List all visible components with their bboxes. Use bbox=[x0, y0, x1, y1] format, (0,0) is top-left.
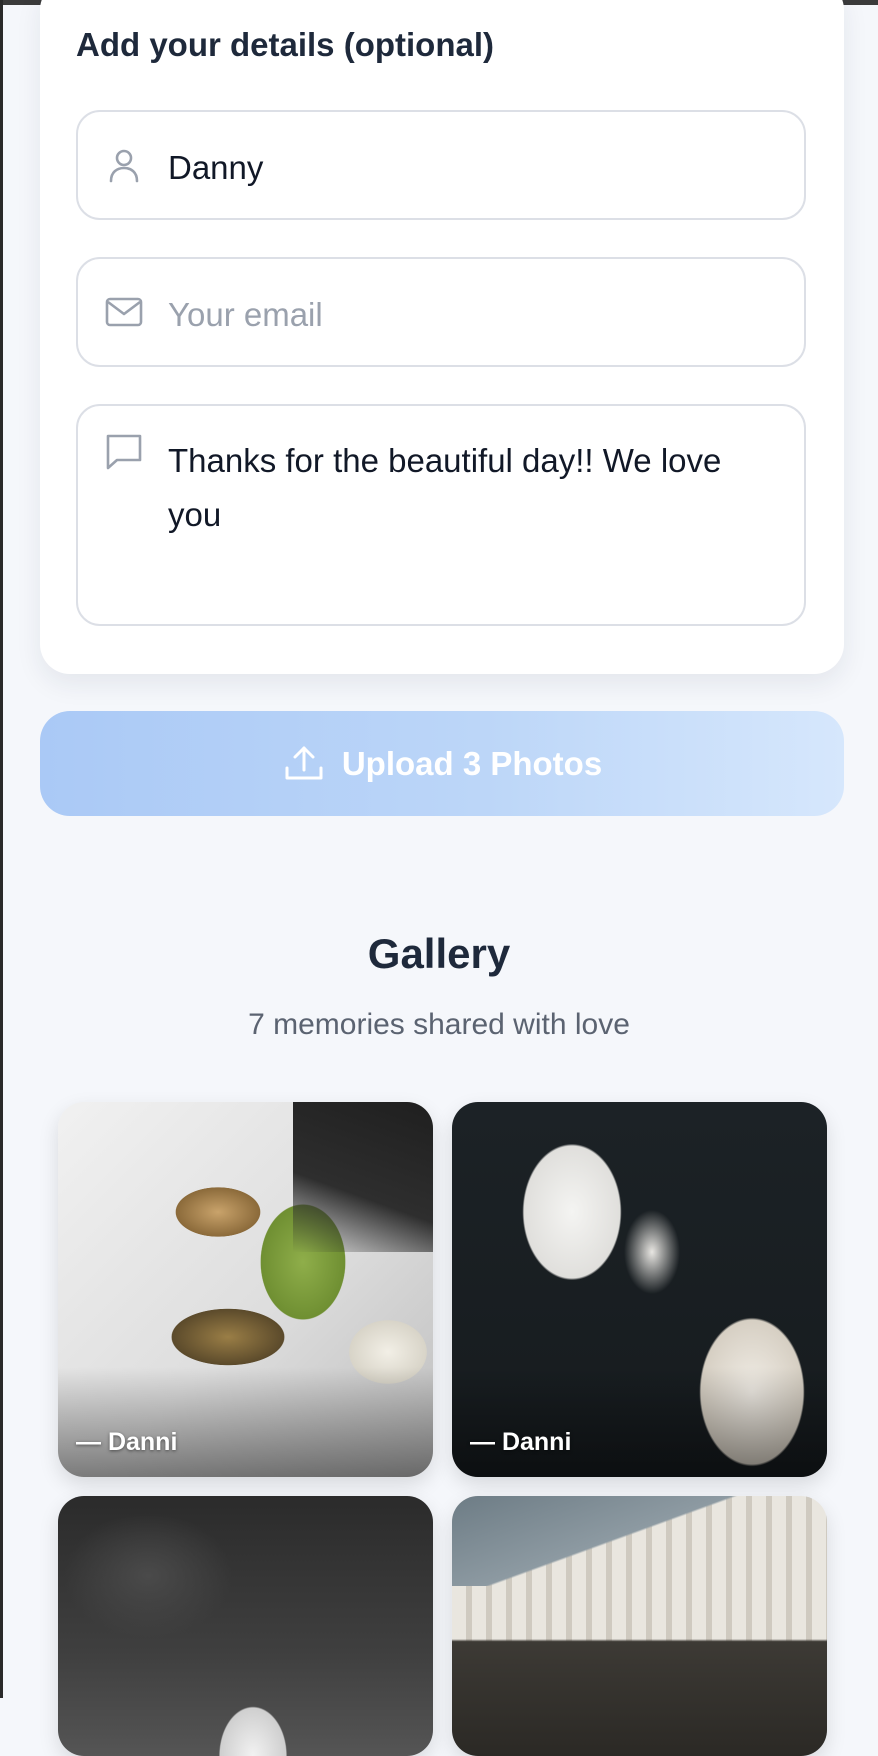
message-icon bbox=[106, 434, 142, 470]
photo-caption: — Danni bbox=[470, 1428, 572, 1456]
upload-label: Upload 3 Photos bbox=[341, 744, 603, 782]
mail-icon bbox=[105, 297, 143, 327]
upload-photos-button[interactable]: Upload 3 Photos bbox=[40, 711, 844, 816]
message-input[interactable]: Thanks for the beautiful day!! We love y… bbox=[168, 434, 774, 594]
details-title: Add your details (optional) bbox=[76, 26, 494, 63]
email-input[interactable] bbox=[168, 294, 774, 336]
window-left-edge bbox=[0, 0, 3, 1698]
gallery-photo[interactable]: — Danni bbox=[58, 1102, 433, 1477]
message-field[interactable]: Thanks for the beautiful day!! We love y… bbox=[76, 404, 806, 626]
name-input[interactable] bbox=[168, 147, 774, 189]
gallery-photo[interactable] bbox=[452, 1496, 827, 1756]
photo-caption-shade bbox=[452, 1367, 827, 1477]
name-field[interactable] bbox=[76, 110, 806, 220]
photo-caption: — Danni bbox=[76, 1428, 178, 1456]
gallery-subtitle: 7 memories shared with love bbox=[248, 1008, 630, 1041]
photo-detail bbox=[452, 1496, 827, 1586]
user-icon bbox=[109, 149, 139, 183]
gallery-photo[interactable]: — Danni bbox=[452, 1102, 827, 1477]
upload-icon bbox=[285, 746, 323, 779]
gallery-photo[interactable] bbox=[58, 1496, 433, 1756]
photo-caption-shade bbox=[58, 1367, 433, 1477]
email-field[interactable] bbox=[76, 257, 806, 367]
gallery-title: Gallery bbox=[367, 930, 511, 977]
photo-detail bbox=[293, 1102, 433, 1252]
